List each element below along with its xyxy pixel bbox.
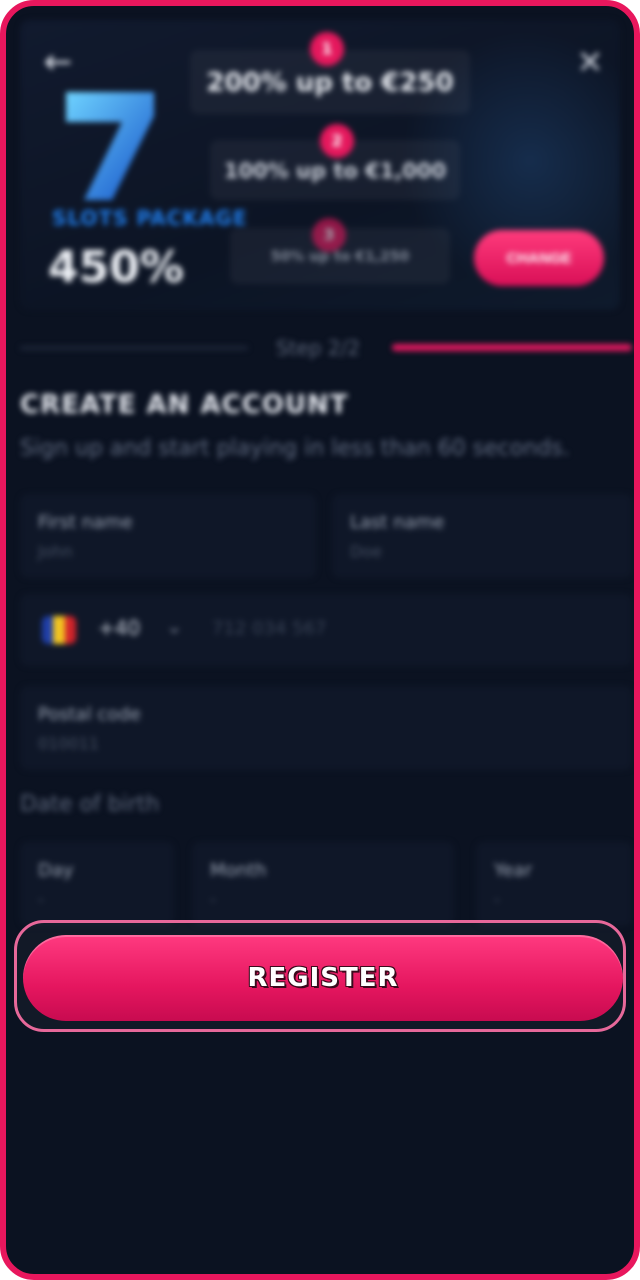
step-progress-inactive — [20, 346, 248, 350]
seven-logo-icon — [66, 92, 154, 200]
step-progress-active — [392, 344, 632, 351]
phone-field[interactable]: +40 ⌄ 712 034 567 — [20, 594, 632, 666]
offer-badge-2: 2 — [320, 124, 354, 158]
app-frame: ← ✕ SLOTS PACKAGE 450% 200% up to €250 1… — [0, 0, 640, 1280]
package-label: SLOTS PACKAGE — [52, 206, 248, 230]
step-label: Step 2/2 — [276, 336, 361, 360]
change-bonus-button[interactable]: CHANGE — [474, 230, 604, 286]
last-name-label: Last name — [350, 512, 445, 533]
register-label: REGISTER — [247, 963, 399, 993]
postal-code-field[interactable]: Postal code 010011 — [20, 686, 632, 770]
month-label: Month — [210, 860, 267, 881]
arrow-left-icon[interactable]: ← — [38, 42, 78, 82]
year-value: - — [494, 890, 500, 909]
year-label: Year — [494, 860, 533, 881]
package-percent: 450% — [48, 242, 184, 293]
last-name-field[interactable]: Last name Doe — [332, 494, 632, 578]
day-value: - — [38, 890, 44, 909]
day-label: Day — [38, 860, 74, 881]
romania-flag-icon[interactable] — [42, 616, 76, 644]
year-select[interactable]: Year - — [476, 842, 632, 926]
form-subtitle: Sign up and start playing in less than 6… — [20, 436, 570, 461]
blurred-form-content: ← ✕ SLOTS PACKAGE 450% 200% up to €250 1… — [6, 6, 634, 1274]
form-title: CREATE AN ACCOUNT — [20, 390, 349, 420]
register-button[interactable]: REGISTER — [23, 935, 623, 1021]
first-name-label: First name — [38, 512, 133, 533]
day-select[interactable]: Day - — [20, 842, 174, 926]
bonus-banner: ← ✕ SLOTS PACKAGE 450% 200% up to €250 1… — [20, 20, 620, 310]
first-name-field[interactable]: First name John — [20, 494, 316, 578]
chevron-down-icon[interactable]: ⌄ — [166, 614, 183, 638]
close-icon[interactable]: ✕ — [570, 42, 610, 82]
first-name-placeholder: John — [38, 542, 73, 561]
postal-code-placeholder: 010011 — [38, 734, 100, 753]
month-value: - — [210, 890, 216, 909]
date-of-birth-label: Date of birth — [20, 792, 160, 817]
offer-badge-3: 3 — [312, 218, 346, 252]
dial-code[interactable]: +40 — [98, 616, 140, 640]
register-highlight: REGISTER — [14, 920, 626, 1032]
postal-code-label: Postal code — [38, 704, 141, 725]
last-name-placeholder: Doe — [350, 542, 382, 561]
month-select[interactable]: Month - — [192, 842, 454, 926]
offer-badge-1: 1 — [310, 32, 344, 66]
phone-placeholder: 712 034 567 — [212, 618, 327, 639]
